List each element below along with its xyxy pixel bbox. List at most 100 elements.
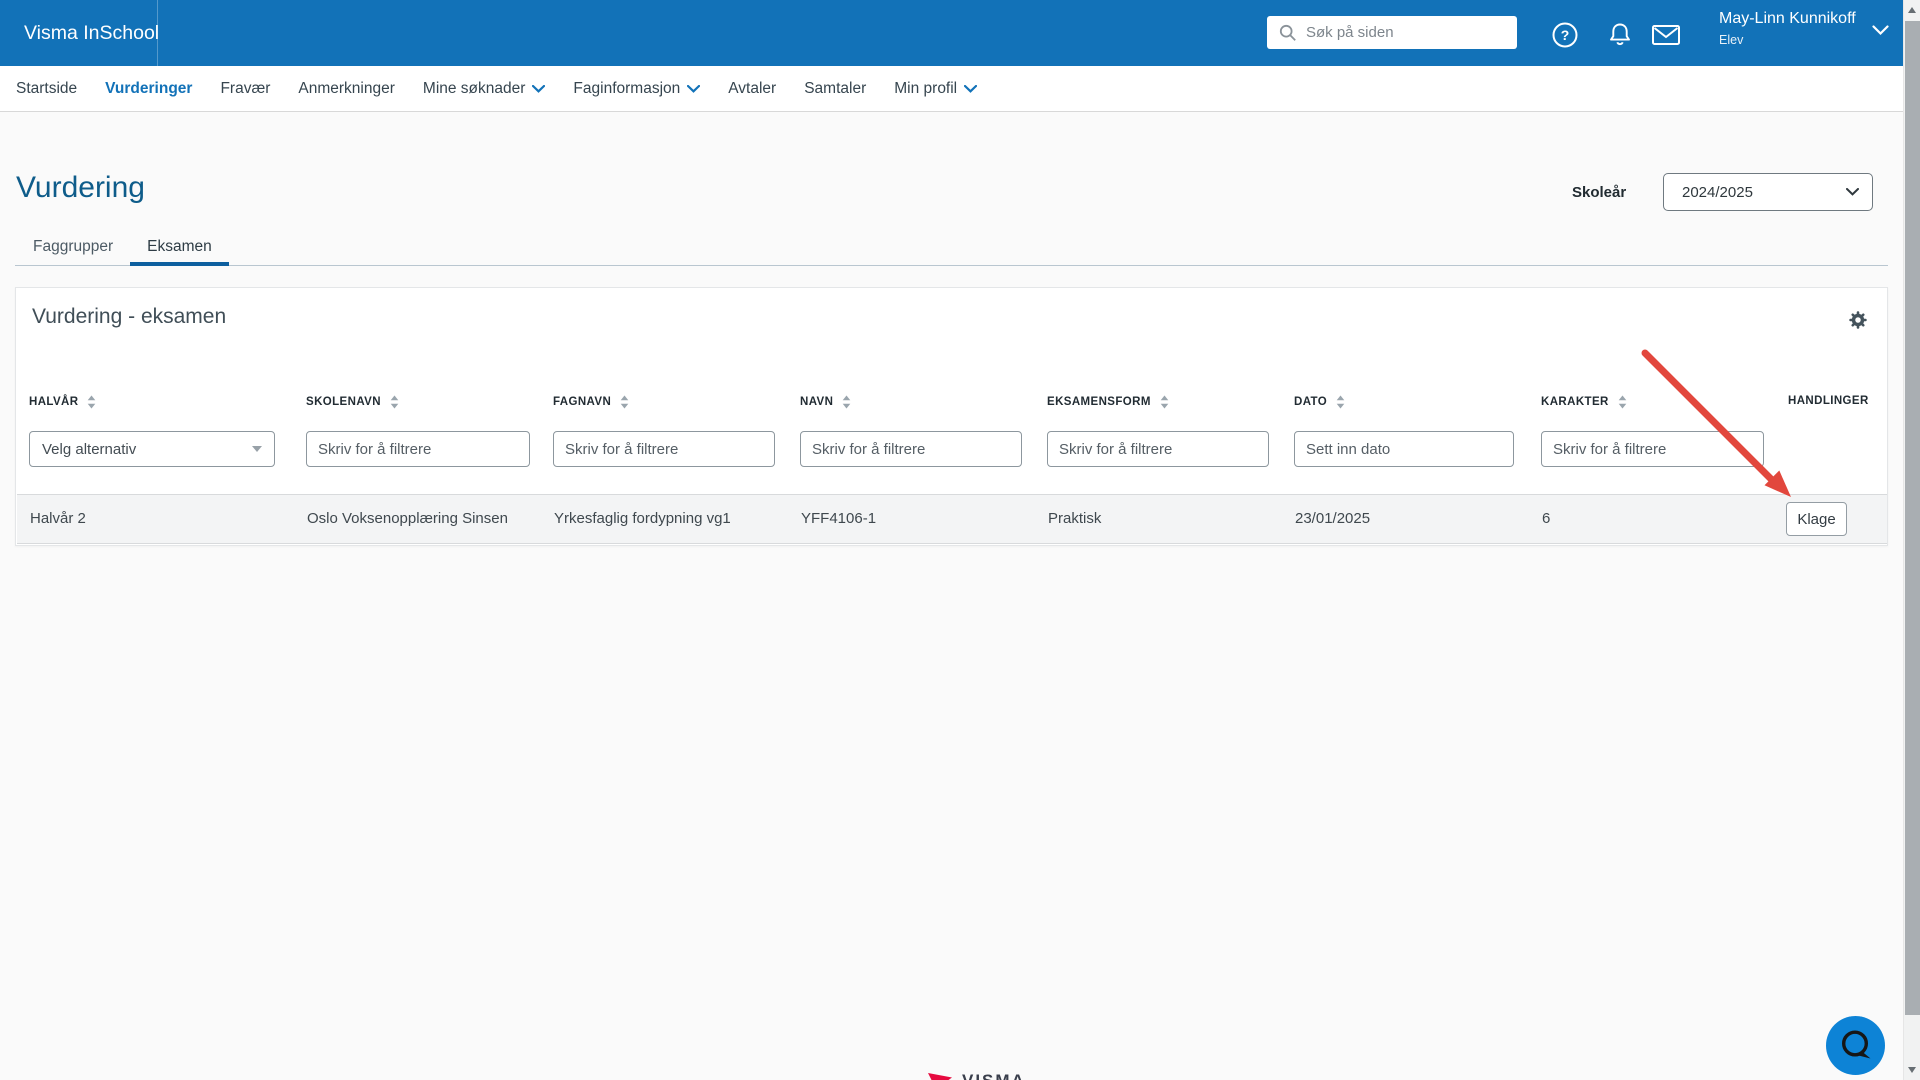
page-title: Vurdering [16,171,145,204]
filter-input-dato[interactable] [1294,431,1514,467]
school-year-label: Skoleår [1572,184,1627,201]
cell-dato: 23/01/2025 [1295,510,1371,527]
column-header-navn[interactable]: NAVN [800,395,851,409]
visma-logo-text: VISMA [962,1071,1026,1080]
column-label: HANDLINGER [1788,395,1869,407]
app-logo[interactable]: Visma InSchool [24,0,159,66]
nav-item-label: Samtaler [804,79,867,97]
chevron-down-icon [1846,188,1859,196]
nav-item-label: Startside [16,79,78,97]
site-search [1267,16,1517,49]
nav-item-min-profil[interactable]: Min profil [880,80,991,98]
tab-eksamen[interactable]: Eksamen [130,232,229,266]
gear-icon [1849,311,1867,329]
cell-halv-r: Halvår 2 [30,510,86,527]
chevron-down-icon [687,84,701,93]
column-label: KARAKTER [1541,396,1609,408]
filter-input-skolenavn[interactable] [306,431,530,467]
column-header-dato[interactable]: DATO [1294,395,1345,409]
notifications-button[interactable] [1604,19,1635,50]
help-icon: ? [1552,22,1577,47]
nav-item-startside[interactable]: Startside [2,80,91,98]
messages-button[interactable] [1650,19,1681,50]
user-role: Elev [1719,33,1744,47]
column-header-skolenavn[interactable]: SKOLENAVN [306,395,399,409]
column-header-handlinger: HANDLINGER [1788,395,1869,407]
column-label: EKSAMENSFORM [1047,396,1151,408]
column-label: DATO [1294,396,1328,408]
column-header-fagnavn[interactable]: FAGNAVN [553,395,629,409]
column-header-halv-r[interactable]: HALVÅR [29,395,96,409]
tabs: Faggrupper Eksamen [16,232,229,266]
scroll-up-arrow[interactable] [1908,7,1916,13]
visma-logo: VISMA [928,1071,1058,1080]
school-year-value: 2024/2025 [1682,183,1753,201]
sort-icon [1160,395,1169,409]
nav-item-avtaler[interactable]: Avtaler [714,80,790,98]
cell-karakter: 6 [1542,510,1551,527]
scrollbar[interactable] [1903,0,1920,1080]
column-label: FAGNAVN [553,396,612,408]
svg-text:?: ? [1560,27,1569,43]
filter-select-halv-r[interactable]: Velg alternativ [29,431,275,467]
school-year-select[interactable]: 2024/2025 [1663,173,1873,211]
sort-icon [1618,395,1627,409]
nav-item-vurderinger[interactable]: Vurderinger [91,80,206,98]
sort-icon [88,395,96,409]
settings-gear-button[interactable] [1847,309,1871,333]
chevron-down-icon [532,84,546,93]
chat-bubble-icon [1841,1029,1870,1058]
column-label: SKOLENAVN [306,396,381,408]
main-nav: Startside Vurderinger Fravær Anmerkninger Mi… [0,66,1920,112]
app-header: Visma InSchool ? [0,0,1920,66]
card-title: Vurdering - eksamen [32,305,227,328]
chevron-down-icon [964,84,978,93]
table-row: Halvår 2 Oslo Voksenopplæring Sinsen Yrkes… [17,494,1887,544]
nav-item-anmerkninger[interactable]: Anmerkninger [284,80,409,98]
sort-icon [620,395,629,409]
filter-input-navn[interactable] [800,431,1022,467]
column-header-eksamensform[interactable]: EKSAMENSFORM [1047,395,1169,409]
nav-item-label: Vurderinger [105,79,193,97]
sort-icon [390,395,399,409]
chevron-down-icon [252,446,262,452]
sort-icon [843,395,851,409]
header-divider [157,0,158,66]
cell-skolenavn: Oslo Voksenopplæring Sinsen [307,510,508,527]
filter-input-karakter[interactable] [1541,431,1764,467]
sort-icon [1336,395,1345,409]
klage-button[interactable]: Klage [1786,502,1847,536]
nav-item-label: Faginformasjon [573,79,681,97]
scrollbar-thumb[interactable] [1905,21,1920,1015]
tabs-divider [15,265,1888,266]
nav-item-mine-s-knader[interactable]: Mine søknader [409,80,560,98]
nav-item-samtaler[interactable]: Samtaler [790,80,880,98]
chat-launcher-button[interactable] [1826,1016,1885,1075]
tab-faggrupper[interactable]: Faggrupper [16,232,130,266]
user-menu[interactable]: May-Linn Kunnikoff Elev [1712,7,1897,59]
nav-item-frav-r[interactable]: Fravær [206,80,284,98]
nav-item-label: Avtaler [728,79,777,97]
search-icon [1279,24,1296,41]
envelope-icon [1651,24,1680,45]
chevron-down-icon [1872,25,1889,36]
filter-input-eksamensform[interactable] [1047,431,1269,467]
nav-item-label: Anmerkninger [298,79,395,97]
filter-select-value: Velg alternativ [42,440,137,458]
search-input[interactable] [1306,24,1501,41]
nav-item-label: Fravær [220,79,271,97]
column-label: NAVN [800,396,834,408]
column-label: HALVÅR [29,396,79,408]
cell-eksamensform: Praktisk [1048,510,1102,527]
user-name: May-Linn Kunnikoff [1719,10,1856,27]
nav-item-faginformasjon[interactable]: Faginformasjon [559,80,714,98]
scroll-down-arrow[interactable] [1908,1067,1916,1073]
filter-input-fagnavn[interactable] [553,431,775,467]
nav-item-label: Min profil [894,79,958,97]
cell-fagnavn: Yrkesfaglig fordypning vg1 [554,510,731,527]
help-button[interactable]: ? [1549,19,1580,50]
column-header-karakter[interactable]: KARAKTER [1541,395,1627,409]
cell-navn: YFF4106-1 [801,510,877,527]
results-card: Vurdering - eksamen HALVÅR Velg alternati… [15,287,1888,546]
bell-icon [1609,23,1630,45]
